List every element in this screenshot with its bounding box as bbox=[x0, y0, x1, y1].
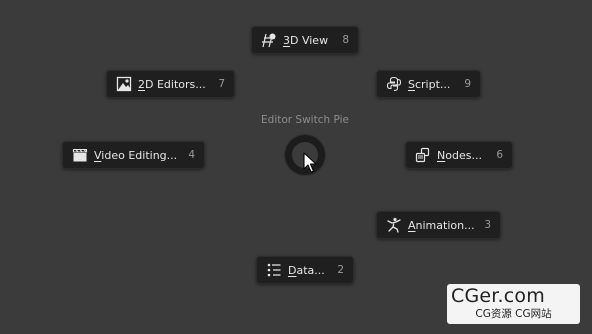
pie-item-data[interactable]: Data... 2 bbox=[256, 256, 354, 284]
pie-menu-title: Editor Switch Pie bbox=[261, 114, 349, 126]
watermark-sub-text: CG资源 CG网站 bbox=[475, 308, 552, 320]
pie-item-animation-label: nimation... bbox=[415, 218, 475, 232]
pie-item-3d-view-mnemonic: 3 bbox=[283, 33, 290, 47]
node-editor-icon bbox=[415, 147, 431, 163]
pie-item-nodes[interactable]: Nodes... 6 bbox=[405, 141, 513, 169]
clapperboard-icon bbox=[72, 147, 88, 163]
pie-item-script[interactable]: Script... 9 bbox=[376, 70, 481, 98]
pie-item-animation[interactable]: Animation... 3 bbox=[376, 211, 501, 239]
outliner-list-icon bbox=[266, 262, 282, 278]
watermark-main-text: CGer.com bbox=[451, 285, 545, 307]
pie-item-2d-editors-hotkey: 7 bbox=[218, 78, 225, 90]
pie-item-script-label: cript... bbox=[414, 77, 451, 91]
pie-item-data-hotkey: 2 bbox=[337, 264, 344, 276]
pie-item-script-mnemonic: S bbox=[408, 77, 415, 91]
image-editor-icon bbox=[116, 76, 132, 92]
pie-item-video-editing[interactable]: Video Editing... 4 bbox=[62, 141, 205, 169]
pie-item-script-hotkey: 9 bbox=[464, 78, 471, 90]
pie-item-nodes-hotkey: 6 bbox=[496, 149, 503, 161]
pie-item-3d-view[interactable]: 3D View 8 bbox=[251, 26, 359, 54]
pie-item-3d-view-hotkey: 8 bbox=[342, 34, 349, 46]
pie-item-2d-editors-mnemonic: 2 bbox=[138, 77, 145, 91]
pie-item-animation-hotkey: 3 bbox=[484, 219, 491, 231]
pie-item-video-editing-label: ideo Editing... bbox=[101, 148, 178, 162]
pie-item-animation-mnemonic: A bbox=[408, 218, 416, 232]
mouse-cursor-icon bbox=[303, 152, 317, 174]
pie-item-video-editing-hotkey: 4 bbox=[188, 149, 195, 161]
pie-item-2d-editors[interactable]: 2D Editors... 7 bbox=[106, 70, 235, 98]
3d-view-icon bbox=[261, 32, 277, 48]
pie-item-nodes-label: odes... bbox=[445, 148, 482, 162]
editor-switch-pie-overlay: 3D View 8 2D Editors... 7 Script... 9 Vi… bbox=[0, 0, 592, 334]
pie-item-nodes-mnemonic: N bbox=[437, 148, 446, 162]
python-script-icon bbox=[386, 76, 402, 92]
pie-item-3d-view-label: D View bbox=[290, 33, 329, 47]
watermark-logo: CGer.com CG资源 CG网站 bbox=[447, 284, 580, 324]
pie-item-data-label: ata... bbox=[296, 263, 325, 277]
pie-item-2d-editors-label: D Editors... bbox=[145, 77, 206, 91]
animation-figure-icon bbox=[386, 217, 402, 233]
